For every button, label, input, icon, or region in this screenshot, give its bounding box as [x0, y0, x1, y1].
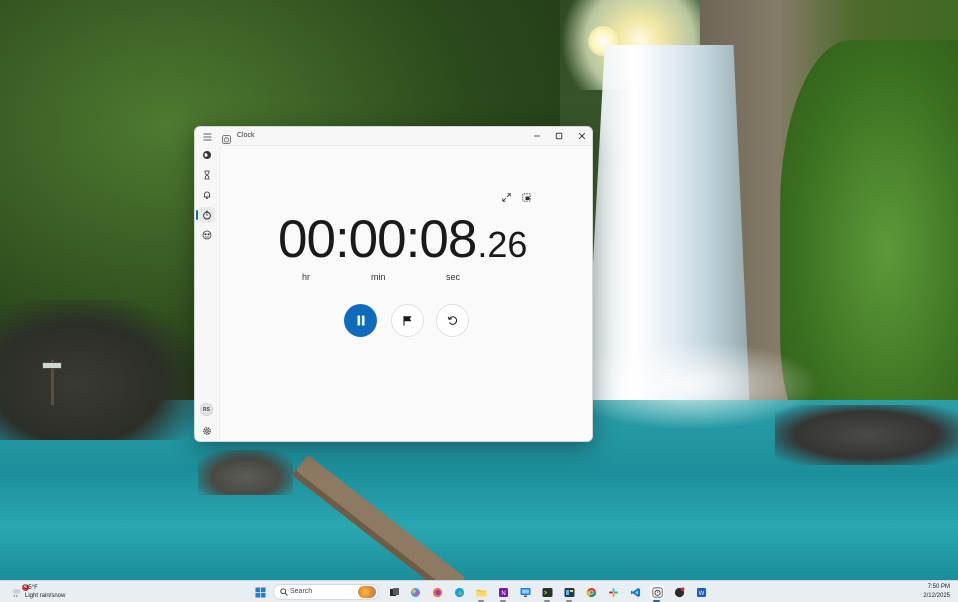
taskbar-slack[interactable]: [606, 585, 620, 599]
search-placeholder: Search: [290, 588, 313, 595]
search-highlight-image: [358, 586, 376, 598]
slack-icon: [608, 587, 618, 597]
weather-condition: Light rain/snow: [25, 593, 66, 599]
pause-icon: [357, 315, 364, 326]
reset-icon: [447, 316, 458, 325]
word-icon: W: [696, 587, 706, 597]
taskbar-remote-desktop[interactable]: [518, 585, 532, 599]
taskbar-app-badge[interactable]: [672, 585, 686, 599]
stopwatch-display: 00:00:08.26: [278, 213, 527, 266]
chrome-icon: [586, 587, 596, 597]
search-icon: [280, 588, 288, 596]
unit-label-minutes: min: [371, 272, 386, 282]
remote-desktop-icon: [520, 587, 530, 597]
compact-overlay-icon: [521, 192, 531, 202]
elapsed-time: 00:00:08: [278, 210, 477, 269]
nav-item-alarm[interactable]: [199, 187, 215, 203]
account-avatar[interactable]: RS: [200, 403, 213, 416]
title-bar[interactable]: Clock: [195, 127, 592, 145]
folder-icon: [476, 589, 486, 596]
close-icon: [578, 132, 585, 140]
terminal-icon: [542, 587, 552, 597]
edge-icon: [454, 587, 464, 597]
hamburger-icon: [203, 133, 211, 141]
taskbar-search[interactable]: Search: [273, 584, 379, 600]
maximize-button[interactable]: [547, 127, 570, 145]
stopwatch-icon: [203, 210, 211, 220]
wallpaper-rocks-left: [0, 300, 195, 440]
reset-button[interactable]: [436, 304, 469, 337]
taskbar: 4 35°F Light rain/snow Search N W 7:50 P…: [0, 580, 958, 602]
taskbar-vscode[interactable]: [628, 585, 642, 599]
code-window-icon: [564, 587, 574, 597]
taskbar-edge[interactable]: [452, 585, 466, 599]
task-view-icon: [389, 587, 399, 596]
lap-button[interactable]: [391, 304, 424, 337]
wallpaper-stones: [198, 450, 293, 495]
clock-icon: [651, 586, 663, 598]
unit-label-hours: hr: [302, 272, 311, 282]
keep-on-top-button[interactable]: [520, 191, 532, 203]
windows-start-icon: [255, 587, 265, 597]
svg-text:N: N: [501, 591, 505, 597]
firefox-icon: [432, 587, 442, 597]
gear-icon: [203, 427, 211, 435]
nav-rail: RS: [195, 127, 219, 441]
settings-button[interactable]: [199, 423, 215, 439]
globe-icon: [203, 151, 211, 159]
taskbar-word[interactable]: W: [694, 585, 708, 599]
rain-snow-icon: [11, 585, 22, 598]
onenote-icon: N: [498, 587, 508, 597]
maximize-icon: [555, 132, 562, 140]
window-title: Clock: [237, 132, 255, 139]
hourglass-icon: [204, 170, 210, 180]
taskbar-onenote[interactable]: N: [496, 585, 510, 599]
taskbar-firefox[interactable]: [430, 585, 444, 599]
svg-text:W: W: [698, 591, 704, 597]
wallpaper-signboard: [42, 362, 62, 369]
taskbar-task-view[interactable]: [387, 585, 401, 599]
tray-time: 7:50 PM: [927, 584, 950, 590]
github-icon: [674, 586, 684, 597]
clock-app-icon: [222, 131, 231, 144]
minimize-icon: [533, 135, 540, 137]
copilot-icon: [410, 587, 420, 597]
nav-active-indicator: [196, 210, 198, 220]
minimize-button[interactable]: [525, 127, 548, 145]
taskbar-dev-tool[interactable]: [562, 585, 576, 599]
nav-menu-button[interactable]: [199, 129, 215, 145]
start-button[interactable]: [253, 585, 267, 599]
taskbar-file-explorer[interactable]: [474, 585, 488, 599]
clock-window: Clock RS 00:00:08 .26 hr min sec: [194, 126, 593, 442]
wallpaper-rocks-right: [775, 405, 958, 465]
pause-button[interactable]: [344, 304, 377, 337]
taskbar-copilot[interactable]: [408, 585, 422, 599]
weather-temperature: 35°F: [25, 585, 38, 591]
taskbar-terminal[interactable]: [540, 585, 554, 599]
taskbar-clock-app[interactable]: [650, 585, 664, 599]
flag-icon: [403, 316, 412, 326]
nav-item-focus-sessions[interactable]: [199, 227, 215, 243]
expand-button[interactable]: [500, 191, 512, 203]
close-button[interactable]: [570, 127, 592, 145]
tray-date: 2/12/2025: [923, 593, 950, 599]
expand-icon: [501, 192, 511, 202]
vscode-icon: [630, 587, 640, 597]
nav-item-stopwatch[interactable]: [199, 207, 215, 223]
elapsed-fraction: .26: [477, 224, 528, 265]
taskbar-chrome[interactable]: [584, 585, 598, 599]
nav-item-world-clock[interactable]: [199, 147, 215, 163]
focus-icon: [202, 230, 212, 240]
unit-label-seconds: sec: [446, 272, 461, 282]
stopwatch-panel: 00:00:08.26 hr min sec: [219, 145, 592, 441]
nav-item-timer[interactable]: [199, 167, 215, 183]
bell-icon: [203, 191, 211, 200]
taskbar-clock[interactable]: 7:50 PM 2/12/2025: [912, 583, 950, 601]
